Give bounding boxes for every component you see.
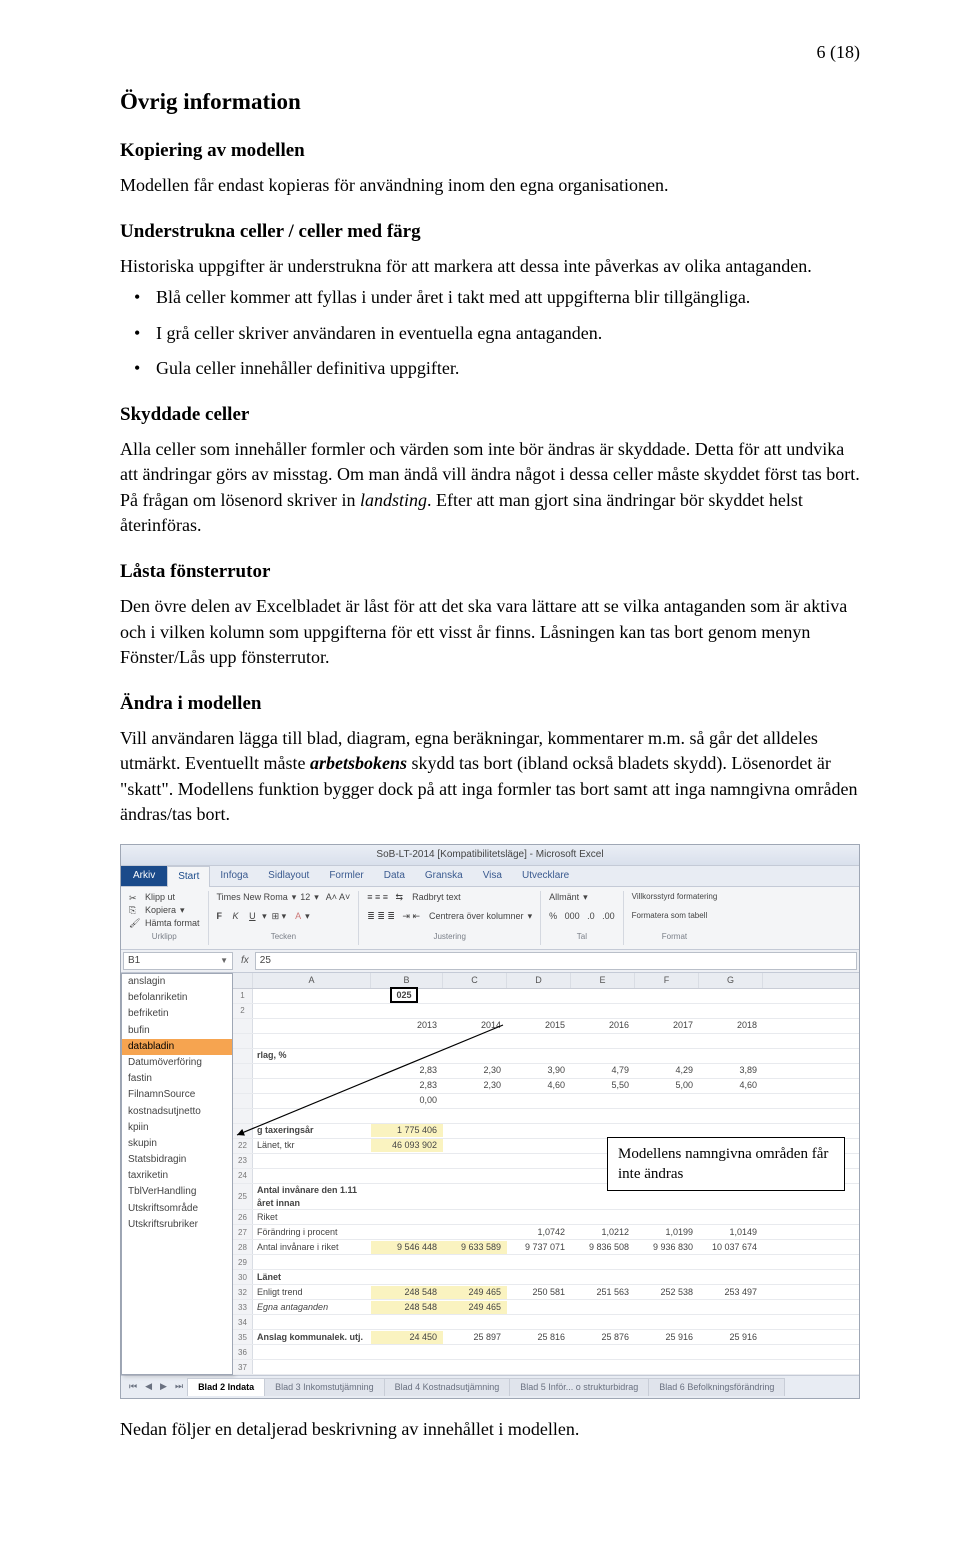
ribbon-body: ✂Klipp ut ⎘Kopiera ▾ 🖌Hämta format Urkli… bbox=[121, 887, 859, 950]
para-kopiering: Modellen får endast kopieras för användn… bbox=[120, 173, 860, 199]
group-label: Format bbox=[632, 931, 718, 942]
namebox-value: B1 bbox=[128, 954, 140, 968]
column-headers: A B C D E F G bbox=[233, 973, 859, 989]
copy-icon: ⎘ bbox=[129, 904, 141, 916]
names-dropdown-item[interactable]: kpiin bbox=[122, 1120, 232, 1136]
namebox-row: B1 ▼ fx 25 bbox=[121, 950, 859, 973]
names-dropdown-item[interactable]: TblVerHandling bbox=[122, 1184, 232, 1200]
excel-screenshot: SoB-LT-2014 [Kompatibilitetsläge] - Micr… bbox=[120, 844, 860, 1399]
sheet-tab[interactable]: Blad 4 Kostnadsutjämning bbox=[384, 1378, 511, 1396]
text-bold-arbetsbokens: arbetsbokens bbox=[310, 753, 407, 773]
font-name[interactable]: Times New Roma bbox=[217, 891, 288, 904]
tab-infoga[interactable]: Infoga bbox=[210, 866, 258, 886]
names-dropdown-item[interactable]: taxriketin bbox=[122, 1168, 232, 1184]
page-title: Övrig information bbox=[120, 86, 860, 119]
names-dropdown-item[interactable]: FilnamnSource bbox=[122, 1087, 232, 1103]
chevron-down-icon: ▼ bbox=[220, 955, 228, 966]
callout-box: Modellens namngivna områden får inte änd… bbox=[607, 1137, 845, 1192]
heading-kopiering: Kopiering av modellen bbox=[120, 138, 860, 165]
tab-sidlayout[interactable]: Sidlayout bbox=[258, 866, 319, 886]
tab-start[interactable]: Start bbox=[167, 866, 210, 887]
excel-titlebar: SoB-LT-2014 [Kompatibilitetsläge] - Micr… bbox=[121, 845, 859, 866]
ribbon-tabs: Arkiv Start Infoga Sidlayout Formler Dat… bbox=[121, 866, 859, 887]
names-dropdown-item[interactable]: Statsbidragin bbox=[122, 1152, 232, 1168]
names-dropdown-item[interactable]: Utskriftsrubriker bbox=[122, 1217, 232, 1233]
names-dropdown-item[interactable]: databladin bbox=[122, 1039, 232, 1055]
cond-format[interactable]: Villkorsstyrd formatering bbox=[632, 891, 718, 902]
names-dropdown-item[interactable]: skupin bbox=[122, 1136, 232, 1152]
col-header[interactable]: C bbox=[443, 973, 507, 988]
name-box[interactable]: B1 ▼ bbox=[123, 952, 233, 970]
names-dropdown-item[interactable]: Datumöverföring bbox=[122, 1055, 232, 1071]
names-dropdown-item[interactable]: fastin bbox=[122, 1071, 232, 1087]
heading-understrukna: Understrukna celler / celler med färg bbox=[120, 219, 860, 246]
format-table[interactable]: Formatera som tabell bbox=[632, 910, 708, 921]
para-andra: Vill användaren lägga till blad, diagram… bbox=[120, 726, 860, 828]
col-header[interactable]: G bbox=[699, 973, 763, 988]
ribbon-group-font: Times New Roma ▾ 12 ▾ A˄ A˅ F K U ▾ ⊞ ▾ … bbox=[215, 891, 360, 945]
names-dropdown-item[interactable]: kostnadsutjnetto bbox=[122, 1104, 232, 1120]
ribbon-group-clipboard: ✂Klipp ut ⎘Kopiera ▾ 🖌Hämta format Urkli… bbox=[127, 891, 209, 945]
formula-bar[interactable]: 25 bbox=[255, 952, 857, 970]
heading-skyddade: Skyddade celler bbox=[120, 402, 860, 429]
nav-first-icon[interactable]: ⏮ bbox=[125, 1378, 141, 1396]
font-size[interactable]: 12 bbox=[300, 891, 310, 904]
para-understrukna: Historiska uppgifter är understrukna för… bbox=[120, 254, 860, 280]
bullet-gra: I grå celler skriver användaren in event… bbox=[120, 321, 860, 347]
sheet-tab[interactable]: Blad 3 Inkomstutjämning bbox=[264, 1378, 385, 1396]
bullet-list: Blå celler kommer att fyllas i under åre… bbox=[120, 285, 860, 382]
sheet-tabs: ⏮ ◀ ▶ ⏭ Blad 2 Indata Blad 3 Inkomstutjä… bbox=[121, 1375, 859, 1398]
col-header[interactable]: F bbox=[635, 973, 699, 988]
sheet-tab[interactable]: Blad 6 Befolkningsförändring bbox=[648, 1378, 785, 1396]
names-dropdown-item[interactable]: anslagin bbox=[122, 974, 232, 990]
group-label: Tal bbox=[549, 931, 615, 942]
sheet-tab-active[interactable]: Blad 2 Indata bbox=[187, 1378, 265, 1396]
bullet-gula: Gula celler innehåller definitiva uppgif… bbox=[120, 356, 860, 382]
group-label: Urklipp bbox=[129, 931, 200, 942]
bullet-bla: Blå celler kommer att fyllas i under åre… bbox=[120, 285, 860, 311]
scissors-icon: ✂ bbox=[129, 892, 141, 904]
nav-next-icon[interactable]: ▶ bbox=[156, 1378, 171, 1396]
para-skyddade: Alla celler som innehåller formler och v… bbox=[120, 437, 860, 539]
names-dropdown-item[interactable]: bufin bbox=[122, 1023, 232, 1039]
col-header[interactable]: D bbox=[507, 973, 571, 988]
names-dropdown[interactable]: anslaginbefolanriketinbefriketinbufindat… bbox=[121, 973, 233, 1375]
col-header[interactable]: A bbox=[253, 973, 371, 988]
names-dropdown-item[interactable]: befriketin bbox=[122, 1006, 232, 1022]
ribbon-group-styles: Villkorsstyrd formatering Formatera som … bbox=[630, 891, 726, 945]
names-dropdown-item[interactable]: Utskriftsområde bbox=[122, 1201, 232, 1217]
tab-granska[interactable]: Granska bbox=[415, 866, 473, 886]
col-header[interactable]: B bbox=[371, 973, 443, 988]
closing-para: Nedan följer en detaljerad beskrivning a… bbox=[120, 1417, 860, 1443]
para-lasta: Den övre delen av Excelbladet är låst fö… bbox=[120, 594, 860, 671]
wrap-text[interactable]: Radbryt text bbox=[412, 891, 461, 904]
format-painter-label[interactable]: Hämta format bbox=[145, 917, 200, 930]
cut-label[interactable]: Klipp ut bbox=[145, 891, 175, 904]
names-dropdown-item[interactable]: befolanriketin bbox=[122, 990, 232, 1006]
ribbon-group-align: ≡ ≡ ≡ ⇆ Radbryt text ≣ ≣ ≣ ⇥ ⇤ Centrera … bbox=[365, 891, 541, 945]
tab-formler[interactable]: Formler bbox=[319, 866, 373, 886]
sheet-tab[interactable]: Blad 5 Inför... o strukturbidrag bbox=[509, 1378, 649, 1396]
merge-cells[interactable]: Centrera över kolumner bbox=[429, 910, 524, 923]
tab-data[interactable]: Data bbox=[374, 866, 415, 886]
nav-last-icon[interactable]: ⏭ bbox=[171, 1378, 187, 1396]
brush-icon: 🖌 bbox=[129, 917, 141, 929]
ribbon-group-number: Allmänt ▾ % 000 .0 .00 Tal bbox=[547, 891, 624, 945]
tab-visa[interactable]: Visa bbox=[473, 866, 512, 886]
fx-icon[interactable]: fx bbox=[235, 954, 255, 968]
tab-utvecklare[interactable]: Utvecklare bbox=[512, 866, 579, 886]
col-header[interactable]: E bbox=[571, 973, 635, 988]
heading-lasta: Låsta fönsterrutor bbox=[120, 559, 860, 586]
tab-arkiv[interactable]: Arkiv bbox=[121, 866, 167, 886]
nav-prev-icon[interactable]: ◀ bbox=[141, 1378, 156, 1396]
heading-andra: Ändra i modellen bbox=[120, 691, 860, 718]
group-label: Tecken bbox=[217, 931, 351, 942]
copy-label[interactable]: Kopiera bbox=[145, 904, 176, 917]
group-label: Justering bbox=[367, 931, 532, 942]
page-number: 6 (18) bbox=[120, 40, 860, 66]
number-format[interactable]: Allmänt bbox=[549, 891, 579, 904]
text-italic-landsting: landsting bbox=[360, 490, 427, 510]
